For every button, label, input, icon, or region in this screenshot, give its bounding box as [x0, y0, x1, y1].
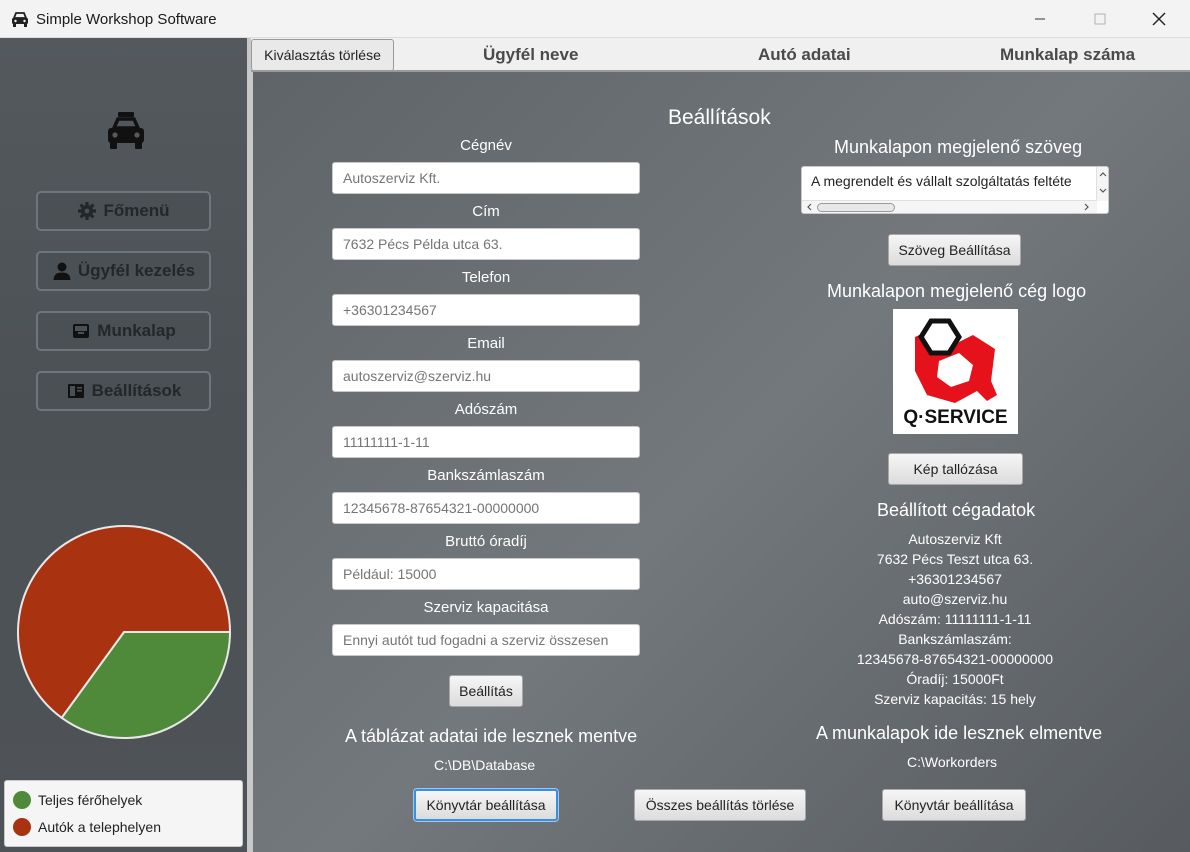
car-icon: [108, 112, 144, 149]
vertical-scrollbar[interactable]: [1096, 167, 1108, 201]
pie-chart: [17, 525, 232, 739]
legend-item: Autók a telephelyen: [13, 818, 161, 836]
worksheet-text-title: Munkalapon megjelenő szöveg: [834, 137, 1083, 157]
legend-label: Teljes férőhelyek: [38, 792, 143, 808]
close-button[interactable]: [1136, 0, 1182, 38]
company-logo: Q·SERVICE: [893, 309, 1018, 434]
legend-swatch: [13, 818, 31, 836]
maximize-icon: [1094, 13, 1106, 25]
capacity-input[interactable]: [332, 624, 640, 656]
nav-label: Beállítások: [91, 381, 182, 400]
chevron-right-icon: [1084, 203, 1089, 211]
clear-selection-button[interactable]: Kiválasztás törlése: [251, 39, 394, 71]
nav-label: Főmenü: [103, 201, 170, 220]
legend-label: Autók a telephelyen: [38, 819, 161, 835]
hourly-rate-label: Bruttó óradíj: [445, 533, 527, 550]
logo-text: Q·SERVICE: [903, 407, 1007, 428]
company-name-label: Cégnév: [460, 137, 512, 154]
phone-label: Telefon: [461, 269, 511, 286]
minimize-button[interactable]: [1017, 0, 1063, 38]
nav-main-menu-button[interactable]: Főmenü: [36, 191, 211, 231]
window-title: Simple Workshop Software: [36, 11, 217, 28]
workorders-location-title: A munkalapok ide lesznek elmentve: [816, 723, 1103, 743]
current-company-data-title: Beállított cégadatok: [877, 500, 1036, 520]
maximize-button[interactable]: [1077, 0, 1123, 38]
car-icon: [12, 12, 28, 27]
gear-icon: [78, 202, 97, 220]
column-header-customer[interactable]: Ügyfél neve: [483, 45, 578, 65]
phone-input[interactable]: [332, 294, 640, 326]
database-path: C:\DB\Database: [434, 757, 536, 773]
column-header-car[interactable]: Autó adatai: [758, 45, 851, 65]
chevron-left-icon: [807, 203, 812, 211]
hourly-rate-input[interactable]: [332, 558, 640, 590]
page-title: Beállítások: [668, 106, 771, 129]
bank-account-input[interactable]: [332, 492, 640, 524]
horizontal-scrollbar[interactable]: [802, 200, 1097, 213]
company-rate-value: Óradíj: 15000Ft: [906, 671, 1004, 687]
column-header-worksheet[interactable]: Munkalap száma: [1000, 45, 1135, 65]
chevron-up-icon: [1099, 172, 1107, 177]
worksheet-text-value: A megrendelt és vállalt szolgáltatás fel…: [811, 173, 1072, 189]
company-email-value: auto@szerviz.hu: [902, 591, 1008, 607]
nav-customers-button[interactable]: Ügyfél kezelés: [36, 251, 211, 291]
company-bank-label: Bankszámlaszám:: [898, 631, 1012, 647]
company-name-value: Autoszerviz Kft: [908, 531, 1002, 547]
delete-all-settings-button[interactable]: Összes beállítás törlése: [634, 789, 806, 821]
workorders-path: C:\Workorders: [907, 754, 997, 770]
nav-label: Ügyfél kezelés: [77, 261, 196, 280]
tax-number-input[interactable]: [332, 426, 640, 458]
tax-number-label: Adószám: [454, 401, 518, 418]
chevron-down-icon: [1099, 188, 1107, 193]
legend-item: Teljes férőhelyek: [13, 791, 142, 809]
company-name-input[interactable]: [332, 162, 640, 194]
title-bar: Simple Workshop Software: [0, 0, 1190, 38]
nav-label: Munkalap: [97, 321, 176, 340]
close-icon: [1152, 12, 1166, 26]
company-tax-value: Adószám: 11111111-1-11: [878, 611, 1032, 627]
nav-settings-button[interactable]: Beállítások: [36, 371, 211, 411]
book-icon: [67, 384, 84, 398]
logo-title: Munkalapon megjelenő cég logo: [827, 281, 1087, 301]
company-phone-value: +36301234567: [908, 571, 1002, 587]
address-input[interactable]: [332, 228, 640, 260]
address-label: Cím: [472, 203, 500, 220]
bank-account-label: Bankszámlaszám: [427, 467, 545, 484]
inbox-icon: [73, 324, 90, 338]
company-bank-value: 12345678-87654321-00000000: [856, 651, 1054, 667]
email-label: Email: [467, 335, 505, 352]
minimize-icon: [1035, 18, 1045, 20]
set-database-directory-button[interactable]: Könyvtár beállítása: [414, 789, 558, 821]
email-input[interactable]: [332, 360, 640, 392]
worksheet-text-area[interactable]: A megrendelt és vállalt szolgáltatás fel…: [801, 166, 1109, 214]
company-address-value: 7632 Pécs Teszt utca 63.: [876, 551, 1034, 567]
chart-legend: Teljes férőhelyek Autók a telephelyen: [4, 780, 243, 847]
company-capacity-value: Szerviz kapacitás: 15 hely: [874, 691, 1036, 707]
capacity-label: Szerviz kapacitása: [423, 599, 549, 616]
nav-worksheet-button[interactable]: Munkalap: [36, 311, 211, 351]
browse-image-button[interactable]: Kép tallózása: [888, 453, 1023, 485]
database-location-title: A táblázat adatai ide lesznek mentve: [345, 726, 638, 746]
company-logo-image: Q·SERVICE: [903, 318, 1008, 428]
apply-settings-button[interactable]: Beállítás: [449, 675, 523, 707]
legend-swatch: [13, 791, 31, 809]
set-text-button[interactable]: Szöveg Beállítása: [888, 234, 1021, 266]
scrollbar-thumb[interactable]: [817, 203, 895, 212]
user-icon: [53, 262, 71, 280]
set-workorders-directory-button[interactable]: Könyvtár beállítása: [882, 789, 1026, 821]
